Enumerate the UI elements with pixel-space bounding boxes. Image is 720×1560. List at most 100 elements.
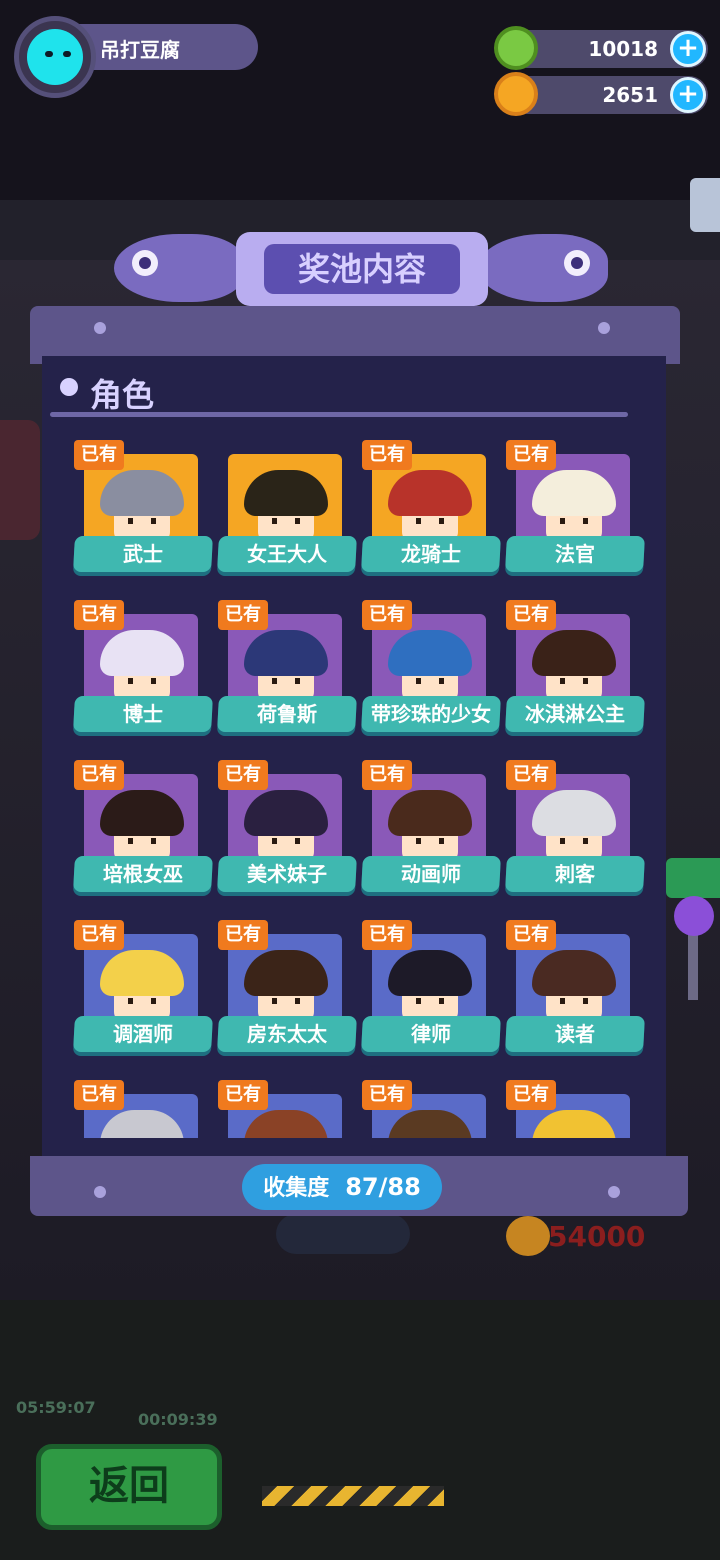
character-name-ribbon: 律师 xyxy=(361,1016,501,1052)
character-name: 培根女巫 xyxy=(103,862,183,886)
owned-badge: 已有 xyxy=(74,600,124,630)
cat-face-icon xyxy=(27,29,83,85)
character-name: 动画师 xyxy=(401,862,461,886)
character-portrait xyxy=(100,1110,184,1138)
bg-price: 54000 xyxy=(548,1220,646,1253)
owned-badge: 已有 xyxy=(506,1080,556,1110)
collection-value: 87/88 xyxy=(345,1173,421,1201)
character-name-ribbon: 刺客 xyxy=(505,856,645,892)
scissor-icon[interactable] xyxy=(690,178,720,232)
owned-badge: 已有 xyxy=(218,1080,268,1110)
avatar-eye xyxy=(63,51,71,57)
owned-badge: 已有 xyxy=(218,920,268,950)
character-portrait xyxy=(244,790,328,862)
section-title: 角色 xyxy=(90,376,155,414)
character-card[interactable]: 动画师 已有 xyxy=(361,760,502,902)
character-name: 冰淇淋公主 xyxy=(525,702,625,726)
character-name-ribbon: 动画师 xyxy=(361,856,501,892)
bg-counter-bar xyxy=(276,1214,410,1254)
character-card[interactable]: 已有 xyxy=(74,1080,214,1138)
character-card[interactable]: 法官 已有 xyxy=(505,440,646,582)
owned-badge: 已有 xyxy=(362,600,412,630)
owned-badge: 已有 xyxy=(218,760,268,790)
character-portrait xyxy=(100,470,184,542)
character-card[interactable]: 武士 已有 xyxy=(73,440,214,582)
character-card[interactable]: 已有 xyxy=(362,1080,502,1138)
currency-donut: 10018 + xyxy=(494,26,708,70)
character-card[interactable]: 冰淇淋公主 已有 xyxy=(505,600,646,742)
hazard-stripe xyxy=(262,1486,444,1506)
player-name-pill[interactable]: 吊打豆腐 xyxy=(70,24,258,70)
character-card[interactable]: 律师 已有 xyxy=(361,920,502,1062)
donut-coin-icon xyxy=(494,26,538,70)
character-name-ribbon: 美术妹子 xyxy=(217,856,357,892)
character-card[interactable]: 刺客 已有 xyxy=(505,760,646,902)
avatar[interactable] xyxy=(14,16,96,98)
currency-planet: 2651 + xyxy=(494,72,708,116)
collection-progress-badge: 收集度 87/88 xyxy=(242,1164,442,1210)
character-name: 龙骑士 xyxy=(401,542,461,566)
character-card[interactable]: 荷鲁斯 已有 xyxy=(217,600,358,742)
character-card[interactable]: 带珍珠的少女 已有 xyxy=(361,600,502,742)
add-planet-button[interactable]: + xyxy=(670,77,706,113)
side-green-tag xyxy=(666,858,720,898)
character-portrait xyxy=(100,950,184,1022)
fish-eye xyxy=(564,250,590,276)
planet-amount: 2651 xyxy=(602,83,658,107)
owned-badge: 已有 xyxy=(74,440,124,470)
owned-badge: 已有 xyxy=(74,760,124,790)
character-name: 读者 xyxy=(555,1022,595,1046)
character-name: 律师 xyxy=(411,1022,451,1046)
back-button[interactable]: 返回 xyxy=(36,1444,222,1530)
fish-eye xyxy=(132,250,158,276)
section-divider xyxy=(50,412,628,417)
character-card[interactable]: 调酒师 已有 xyxy=(73,920,214,1062)
character-portrait xyxy=(532,1110,616,1138)
character-card[interactable]: 培根女巫 已有 xyxy=(73,760,214,902)
bg-planet-coin-icon xyxy=(506,1216,550,1256)
character-card[interactable]: 女王大人 xyxy=(217,440,358,582)
character-portrait xyxy=(532,950,616,1022)
planet-coin-icon xyxy=(494,72,538,116)
character-card[interactable]: 读者 已有 xyxy=(505,920,646,1062)
character-card[interactable]: 博士 已有 xyxy=(73,600,214,742)
lever-stick xyxy=(688,930,698,1000)
bg-timer-right: 00:09:39 xyxy=(138,1410,218,1429)
character-card[interactable]: 已有 xyxy=(218,1080,358,1138)
character-name-ribbon: 冰淇淋公主 xyxy=(505,696,645,732)
character-name: 带珍珠的少女 xyxy=(371,702,491,726)
character-name: 调酒师 xyxy=(113,1022,173,1046)
character-name-ribbon: 武士 xyxy=(73,536,213,572)
owned-badge: 已有 xyxy=(506,600,556,630)
donut-amount: 10018 xyxy=(588,37,658,61)
title-plate: 奖池内容 xyxy=(236,232,488,306)
lever-handle[interactable] xyxy=(674,896,714,936)
section-bullet xyxy=(60,378,78,396)
owned-badge: 已有 xyxy=(74,1080,124,1110)
character-portrait xyxy=(388,630,472,702)
owned-badge: 已有 xyxy=(362,760,412,790)
curtain-decoration xyxy=(0,420,40,540)
character-portrait xyxy=(100,630,184,702)
owned-badge: 已有 xyxy=(506,920,556,950)
character-card[interactable]: 龙骑士 已有 xyxy=(361,440,502,582)
character-name-ribbon: 培根女巫 xyxy=(73,856,213,892)
character-card[interactable]: 房东太太 已有 xyxy=(217,920,358,1062)
character-portrait xyxy=(244,1110,328,1138)
owned-badge: 已有 xyxy=(506,760,556,790)
character-portrait xyxy=(532,630,616,702)
character-card[interactable]: 已有 xyxy=(506,1080,646,1138)
page-title: 奖池内容 xyxy=(264,244,460,294)
character-grid[interactable]: 武士 已有 女王大人 龙骑士 已有 法官 已有 博士 已有 荷鲁斯 已有 带珍珠的少女 已有 冰淇淋公主已… xyxy=(48,430,660,1138)
add-donut-button[interactable]: + xyxy=(670,31,706,67)
owned-badge: 已有 xyxy=(218,600,268,630)
character-name-ribbon: 女王大人 xyxy=(217,536,357,572)
character-card[interactable]: 美术妹子 已有 xyxy=(217,760,358,902)
character-portrait xyxy=(244,470,328,542)
character-portrait xyxy=(532,470,616,542)
character-portrait xyxy=(244,950,328,1022)
character-name-ribbon: 博士 xyxy=(73,696,213,732)
left-fish-icon xyxy=(114,234,244,302)
character-portrait xyxy=(532,790,616,862)
character-name: 房东太太 xyxy=(247,1022,327,1046)
